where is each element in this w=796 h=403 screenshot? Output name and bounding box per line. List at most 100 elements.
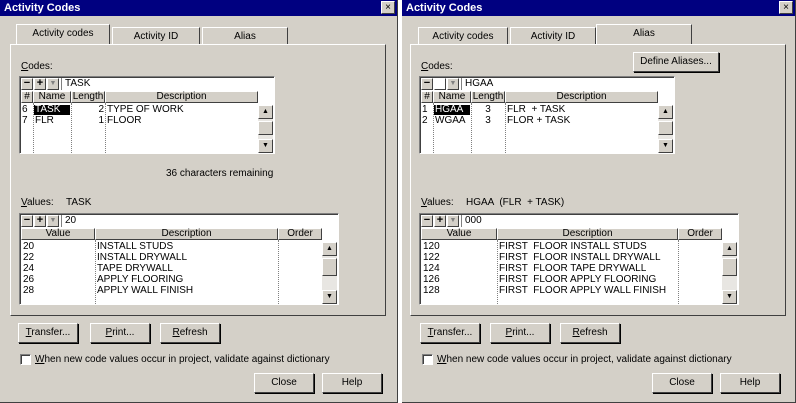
values-grid[interactable]: − + ▼ 20 Value Description Order 20 INST…	[19, 213, 339, 305]
row-value: 28	[23, 285, 35, 296]
dropdown-arrow-icon[interactable]: ▼	[447, 78, 459, 90]
refresh-button[interactable]: Refresh	[560, 323, 620, 343]
codes-grid[interactable]: − + ▼ TASK # Name Length Description 6 T…	[19, 76, 275, 154]
codes-toolbar: − ▼ HGAA	[421, 78, 673, 91]
values-label: Values:	[421, 197, 454, 208]
values-toolbar: − + ▼ 20	[21, 215, 337, 228]
row-number: 1	[422, 104, 428, 115]
tab-activity-codes[interactable]: Activity codes	[16, 24, 110, 44]
column-header-length[interactable]: Length	[471, 91, 505, 103]
value-edit-input[interactable]: 20	[61, 215, 338, 227]
row-description: TAPE DRYWALL	[97, 263, 173, 274]
column-header-value[interactable]: Value	[421, 228, 497, 240]
codes-grid[interactable]: − ▼ HGAA # Name Length Description 1 HGA…	[419, 76, 675, 154]
column-header-description[interactable]: Description	[505, 91, 658, 103]
scroll-down-icon[interactable]: ▼	[322, 290, 337, 304]
window-title: Activity Codes	[4, 2, 81, 14]
tab-activity-codes[interactable]: Activity codes	[418, 27, 508, 45]
close-icon[interactable]: ×	[779, 1, 793, 14]
values-grid[interactable]: − + ▼ 000 Value Description Order 120 FI…	[419, 213, 739, 305]
remove-value-button[interactable]: −	[421, 215, 433, 227]
scroll-down-icon[interactable]: ▼	[658, 139, 673, 153]
values-code: HGAA (FLR + TASK)	[466, 197, 565, 208]
column-header-description[interactable]: Description	[105, 91, 258, 103]
scroll-thumb[interactable]	[658, 121, 673, 135]
validate-dictionary-checkbox[interactable]	[422, 354, 433, 365]
code-edit-input[interactable]: HGAA	[461, 78, 674, 90]
codes-scrollbar[interactable]: ▲ ▼	[658, 105, 673, 153]
row-value: 120	[423, 241, 440, 252]
value-edit-input[interactable]: 000	[461, 215, 738, 227]
code-edit-input[interactable]: TASK	[61, 78, 274, 90]
print-button[interactable]: Print...	[490, 323, 550, 343]
row-description: FIRST FLOOR INSTALL STUDS	[499, 241, 647, 252]
row-description: INSTALL DRYWALL	[97, 252, 188, 263]
scroll-up-icon[interactable]: ▲	[722, 242, 737, 256]
dropdown-arrow-icon[interactable]: ▼	[447, 215, 459, 227]
validate-dictionary-label: When new code values occur in project, v…	[437, 354, 732, 365]
add-code-button[interactable]: +	[34, 78, 46, 90]
scroll-up-icon[interactable]: ▲	[658, 105, 673, 119]
characters-remaining: 36 characters remaining	[166, 168, 274, 179]
scroll-thumb[interactable]	[258, 121, 273, 135]
row-name: FLR	[35, 115, 54, 126]
row-description: FLR + TASK	[507, 104, 566, 115]
close-button[interactable]: Close	[254, 373, 314, 393]
row-number: 2	[422, 115, 428, 126]
define-aliases-button[interactable]: Define Aliases...	[633, 52, 719, 72]
values-scrollbar[interactable]: ▲ ▼	[722, 242, 737, 304]
close-button[interactable]: Close	[652, 373, 712, 393]
row-description: APPLY WALL FINISH	[97, 285, 194, 296]
values-scrollbar[interactable]: ▲ ▼	[322, 242, 337, 304]
help-button[interactable]: Help	[322, 373, 382, 393]
scroll-thumb[interactable]	[722, 258, 737, 276]
row-name: WGAA	[435, 115, 466, 126]
column-header-order[interactable]: Order	[678, 228, 722, 240]
row-description: FIRST FLOOR INSTALL DRYWALL	[499, 252, 661, 263]
scroll-up-icon[interactable]: ▲	[258, 105, 273, 119]
add-value-button[interactable]: +	[34, 215, 46, 227]
validate-dictionary-checkbox[interactable]	[20, 354, 31, 365]
transfer-button[interactable]: Transfer...	[18, 323, 78, 343]
tab-alias[interactable]: Alias	[596, 24, 692, 44]
transfer-button[interactable]: Transfer...	[420, 323, 480, 343]
row-value: 20	[23, 241, 35, 252]
scroll-down-icon[interactable]: ▼	[258, 139, 273, 153]
tab-activity-id[interactable]: Activity ID	[112, 27, 200, 45]
row-length: 1	[98, 115, 104, 126]
column-header-order[interactable]: Order	[278, 228, 322, 240]
dropdown-arrow-icon[interactable]: ▼	[47, 78, 59, 90]
tab-activity-id[interactable]: Activity ID	[510, 27, 596, 45]
tab-panel: Define Aliases... Codes: − ▼ HGAA # Name…	[410, 44, 786, 316]
column-header-value[interactable]: Value	[21, 228, 95, 240]
print-button[interactable]: Print...	[90, 323, 150, 343]
remove-code-button[interactable]: −	[421, 78, 433, 90]
close-icon[interactable]: ×	[381, 1, 395, 14]
row-description: TYPE OF WORK	[107, 104, 184, 115]
codes-label: Codes:	[21, 61, 53, 72]
refresh-button[interactable]: Refresh	[160, 323, 220, 343]
values-toolbar: − + ▼ 000	[421, 215, 737, 228]
remove-code-button[interactable]: −	[21, 78, 33, 90]
column-header-description[interactable]: Description	[497, 228, 678, 240]
dropdown-arrow-icon[interactable]: ▼	[47, 215, 59, 227]
add-value-button[interactable]: +	[434, 215, 446, 227]
row-length: 3	[485, 104, 491, 115]
column-header-number[interactable]: #	[421, 91, 433, 103]
row-description: FLOOR	[107, 115, 142, 126]
scroll-up-icon[interactable]: ▲	[322, 242, 337, 256]
add-code-button[interactable]	[434, 78, 446, 90]
scroll-down-icon[interactable]: ▼	[722, 290, 737, 304]
column-header-description[interactable]: Description	[95, 228, 278, 240]
validate-dictionary-label: When new code values occur in project, v…	[35, 354, 330, 365]
column-header-name[interactable]: Name	[33, 91, 71, 103]
help-button[interactable]: Help	[720, 373, 780, 393]
column-header-length[interactable]: Length	[71, 91, 105, 103]
codes-scrollbar[interactable]: ▲ ▼	[258, 105, 273, 153]
row-description: INSTALL STUDS	[97, 241, 174, 252]
remove-value-button[interactable]: −	[21, 215, 33, 227]
scroll-thumb[interactable]	[322, 258, 337, 276]
column-header-name[interactable]: Name	[433, 91, 471, 103]
tab-alias[interactable]: Alias	[202, 27, 288, 45]
column-header-number[interactable]: #	[21, 91, 33, 103]
